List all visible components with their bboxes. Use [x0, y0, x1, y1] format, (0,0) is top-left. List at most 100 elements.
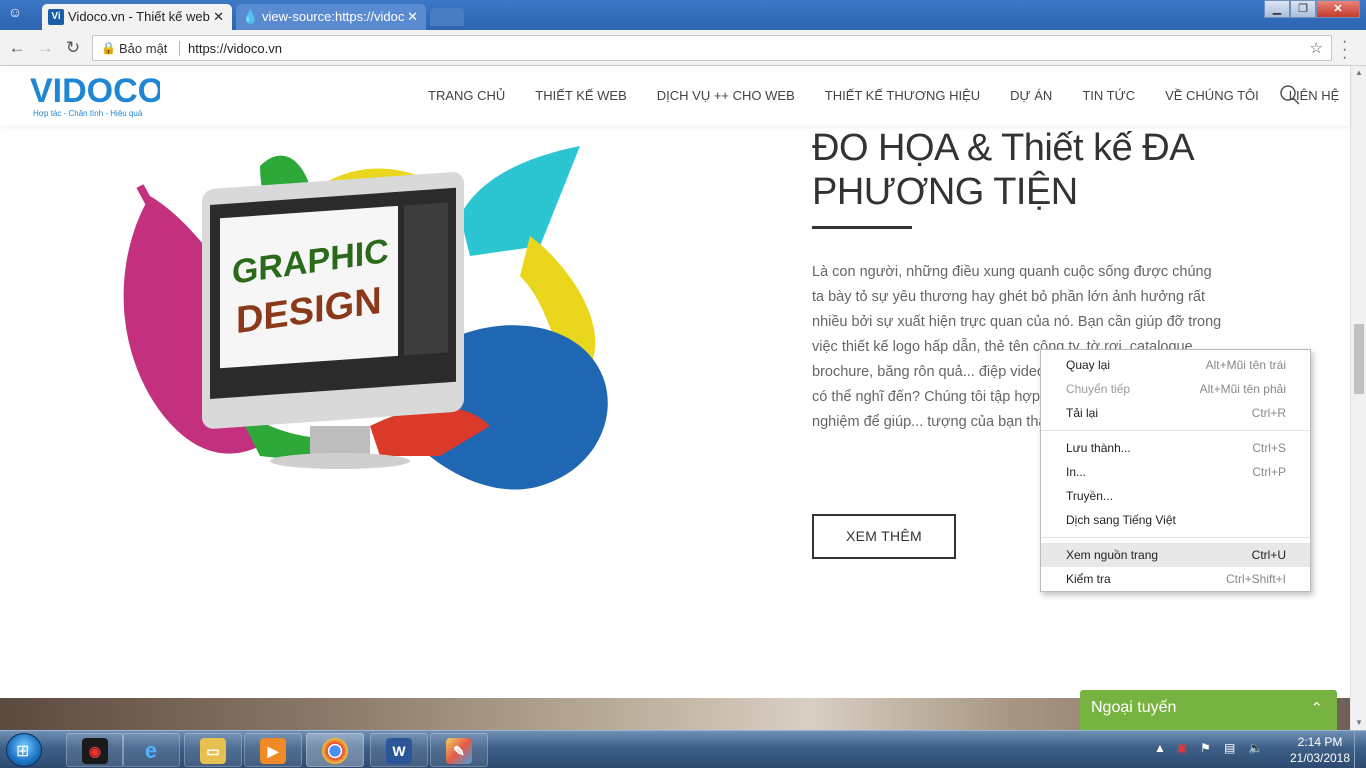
start-button[interactable]: ⊞ — [6, 733, 42, 767]
menu-shortcut: Ctrl+U — [1251, 548, 1286, 562]
menu-label: Tải lại — [1066, 406, 1099, 420]
menu-item-forward: Chuyển tiếp Alt+Mũi tên phải — [1041, 377, 1310, 401]
display-icon[interactable]: ▤ — [1224, 741, 1235, 755]
browser-tabstrip: ☺ Vi Vidoco.vn - Thiết kế web ✕ 💧 view-s… — [0, 0, 1366, 30]
url-text[interactable]: https://vidoco.vn — [188, 41, 282, 56]
tab-vidoco[interactable]: Vi Vidoco.vn - Thiết kế web ✕ — [42, 4, 232, 30]
logo-wordmark: VIDOCO — [30, 72, 164, 110]
show-desktop-button[interactable] — [1354, 731, 1366, 768]
browser-menu-icon[interactable]: · · · — [1342, 34, 1347, 66]
nav-du-an[interactable]: DỰ ÁN — [1010, 88, 1052, 103]
browser-toolbar: ← → ↻ 🔒 Bảo mật https://vidoco.vn ☆ · · · — [0, 30, 1366, 66]
network-error-icon[interactable]: ▣ — [1176, 741, 1187, 755]
internet-explorer-icon: e — [144, 738, 158, 763]
back-arrow-icon[interactable]: ← — [6, 37, 28, 59]
windows-taskbar: ⊞ ◉ e ▭ ▶ W ✎ ▲ ▣ ⚑ ▤ 🔈 2:14 PM 21/03/20… — [0, 730, 1366, 768]
lock-icon: 🔒 — [101, 41, 116, 55]
logo-text: VIDOCO — [30, 72, 160, 110]
close-window-button[interactable]: ✕ — [1316, 0, 1360, 18]
nav-ve-chung-toi[interactable]: VỀ CHÚNG TÔI — [1165, 88, 1259, 103]
menu-item-reload[interactable]: Tải lại Ctrl+R — [1041, 401, 1310, 425]
taskbar-app-ie[interactable]: e — [122, 733, 180, 767]
menu-item-back[interactable]: Quay lại Alt+Mũi tên trái — [1041, 353, 1310, 377]
menu-item-print[interactable]: In... Ctrl+P — [1041, 460, 1310, 484]
tab-view-source[interactable]: 💧 view-source:https://vidoc ✕ — [236, 4, 426, 30]
menu-shortcut: Ctrl+P — [1252, 465, 1286, 479]
system-tray: ▲ ▣ ⚑ ▤ 🔈 2:14 PM 21/03/2018 — [1152, 731, 1366, 768]
window-controls: ▁ ❐ ✕ — [1264, 0, 1360, 20]
taskbar-app-chrome[interactable] — [306, 733, 364, 767]
chat-widget[interactable]: Ngoại tuyến ⌃ — [1080, 690, 1337, 730]
volume-icon[interactable]: 🔈 — [1248, 741, 1263, 755]
graphic-design-illustration: GRAPHIC DESIGN — [123, 146, 608, 490]
site-header: VIDOCO Hợp tác - Chân tình - Hiệu quả TR… — [0, 66, 1350, 126]
clock-date: 21/03/2018 — [1289, 751, 1351, 765]
taskbar-app-explorer[interactable]: ▭ — [184, 733, 242, 767]
logo-tagline: Hợp tác - Chân tình - Hiệu quả — [33, 109, 143, 118]
menu-label: In... — [1066, 465, 1087, 479]
section-heading: ĐO HỌA & Thiết kế ĐA PHƯƠNG TIỆN — [812, 127, 1193, 213]
show-hidden-icons-icon[interactable]: ▲ — [1154, 741, 1166, 755]
file-explorer-icon: ▭ — [200, 738, 226, 764]
garena-icon: ◉ — [82, 738, 108, 764]
taskbar-app-garena[interactable]: ◉ — [66, 733, 124, 767]
reload-icon[interactable]: ↻ — [62, 37, 84, 59]
menu-shortcut: Alt+Mũi tên phải — [1199, 382, 1286, 396]
menu-shortcut: Ctrl+Shift+I — [1225, 572, 1286, 586]
windows-logo-icon: ⊞ — [16, 743, 30, 760]
tab-close-icon[interactable]: ✕ — [213, 4, 224, 30]
menu-item-translate[interactable]: Dịch sang Tiếng Việt — [1041, 508, 1310, 532]
bookmark-star-icon[interactable]: ☆ — [1310, 39, 1323, 57]
tab-close-icon[interactable]: ✕ — [407, 4, 418, 30]
menu-divider — [1041, 430, 1310, 431]
menu-label: Kiểm tra — [1066, 572, 1111, 586]
nav-thiet-ke-thuong-hieu[interactable]: THIẾT KẾ THƯƠNG HIỆU — [825, 88, 980, 103]
chevron-up-icon[interactable]: ⌃ — [1310, 699, 1323, 717]
word-icon: W — [386, 738, 412, 764]
profile-icon[interactable]: ☺ — [4, 4, 26, 24]
action-center-icon[interactable]: ⚑ — [1200, 741, 1211, 755]
context-menu: Quay lại Alt+Mũi tên trái Chuyển tiếp Alt+… — [1040, 349, 1311, 592]
chrome-icon — [322, 738, 348, 764]
menu-shortcut: Alt+Mũi tên trái — [1205, 358, 1286, 372]
menu-label: Dịch sang Tiếng Việt — [1066, 513, 1176, 527]
menu-label: Truyền... — [1066, 489, 1113, 503]
menu-label: Chuyển tiếp — [1066, 382, 1131, 396]
chat-status-label: Ngoại tuyến — [1091, 699, 1177, 716]
xem-them-button[interactable]: XEM THÊM — [812, 514, 956, 559]
scroll-up-icon[interactable]: ▲ — [1351, 66, 1366, 80]
nav-dich-vu[interactable]: DỊCH VỤ ++ CHO WEB — [657, 88, 795, 103]
omnibox-divider — [179, 41, 180, 56]
forward-arrow-icon[interactable]: → — [34, 37, 56, 59]
menu-shortcut: Ctrl+S — [1252, 441, 1286, 455]
nav-tin-tuc[interactable]: TIN TỨC — [1082, 88, 1135, 103]
nav-trang-chu[interactable]: TRANG CHỦ — [428, 88, 505, 103]
new-tab-button[interactable] — [430, 8, 464, 26]
menu-item-cast[interactable]: Truyền... — [1041, 484, 1310, 508]
address-bar[interactable]: 🔒 Bảo mật https://vidoco.vn ☆ — [92, 35, 1332, 61]
menu-label: Lưu thành... — [1066, 441, 1131, 455]
taskbar-app-paint[interactable]: ✎ — [430, 733, 488, 767]
search-icon[interactable] — [1280, 85, 1300, 105]
clock[interactable]: 2:14 PM 21/03/2018 — [1280, 734, 1360, 766]
taskbar-app-media[interactable]: ▶ — [244, 733, 302, 767]
paint-icon: ✎ — [446, 738, 472, 764]
vidoco-logo[interactable]: VIDOCO Hợp tác - Chân tình - Hiệu quả — [30, 72, 164, 118]
tab-title: Vidoco.vn - Thiết kế web — [68, 9, 210, 24]
taskbar-app-word[interactable]: W — [370, 733, 428, 767]
view-source-favicon-icon: 💧 — [242, 9, 259, 24]
scrollbar-thumb[interactable] — [1354, 324, 1364, 394]
menu-shortcut: Ctrl+R — [1251, 406, 1286, 420]
menu-item-view-source[interactable]: Xem nguồn trang Ctrl+U — [1041, 543, 1310, 567]
menu-item-save-as[interactable]: Lưu thành... Ctrl+S — [1041, 436, 1310, 460]
nav-thiet-ke-web[interactable]: THIẾT KẾ WEB — [535, 88, 627, 103]
security-label: Bảo mật — [119, 41, 168, 56]
menu-label: Xem nguồn trang — [1066, 548, 1159, 562]
page-scrollbar[interactable]: ▲ ▼ — [1350, 66, 1366, 730]
minimize-button[interactable]: ▁ — [1264, 0, 1290, 18]
maximize-button[interactable]: ❐ — [1290, 0, 1316, 18]
menu-item-inspect[interactable]: Kiểm tra Ctrl+Shift+I — [1041, 567, 1310, 591]
scroll-down-icon[interactable]: ▼ — [1351, 716, 1366, 730]
media-player-icon: ▶ — [260, 738, 286, 764]
tab-title: view-source:https://vidoc — [262, 9, 405, 24]
